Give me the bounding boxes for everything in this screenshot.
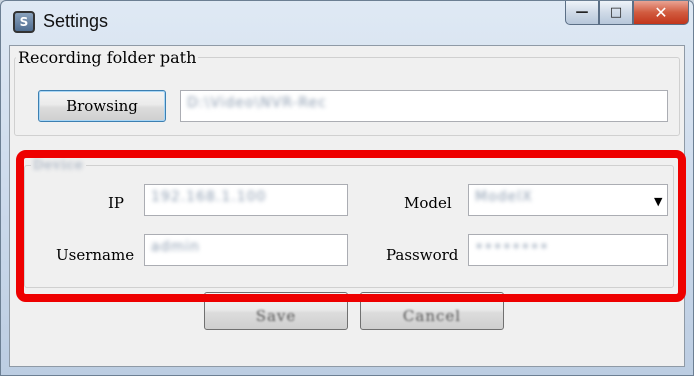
maximize-icon: □ — [609, 5, 623, 20]
recording-path-field[interactable]: D:\Video\NVR-Rec — [180, 90, 668, 122]
caption-buttons: — □ ✕ — [565, 1, 689, 27]
browse-button[interactable]: Browsing — [38, 90, 166, 122]
app-icon: S — [13, 11, 35, 33]
maximize-button[interactable]: □ — [599, 1, 633, 25]
close-button[interactable]: ✕ — [633, 1, 689, 25]
window-title: Settings — [43, 11, 109, 31]
save-label: Save — [255, 307, 297, 325]
close-icon: ✕ — [654, 3, 668, 22]
cancel-label: Cancel — [402, 307, 462, 325]
highlight-box — [16, 150, 686, 302]
title-bar[interactable]: S Settings — □ ✕ — [1, 1, 694, 45]
recording-folder-legend: Recording folder path — [18, 48, 197, 67]
recording-path-value: D:\Video\NVR-Rec — [187, 95, 327, 111]
minimize-button[interactable]: — — [565, 1, 599, 25]
minimize-icon: — — [575, 5, 589, 20]
